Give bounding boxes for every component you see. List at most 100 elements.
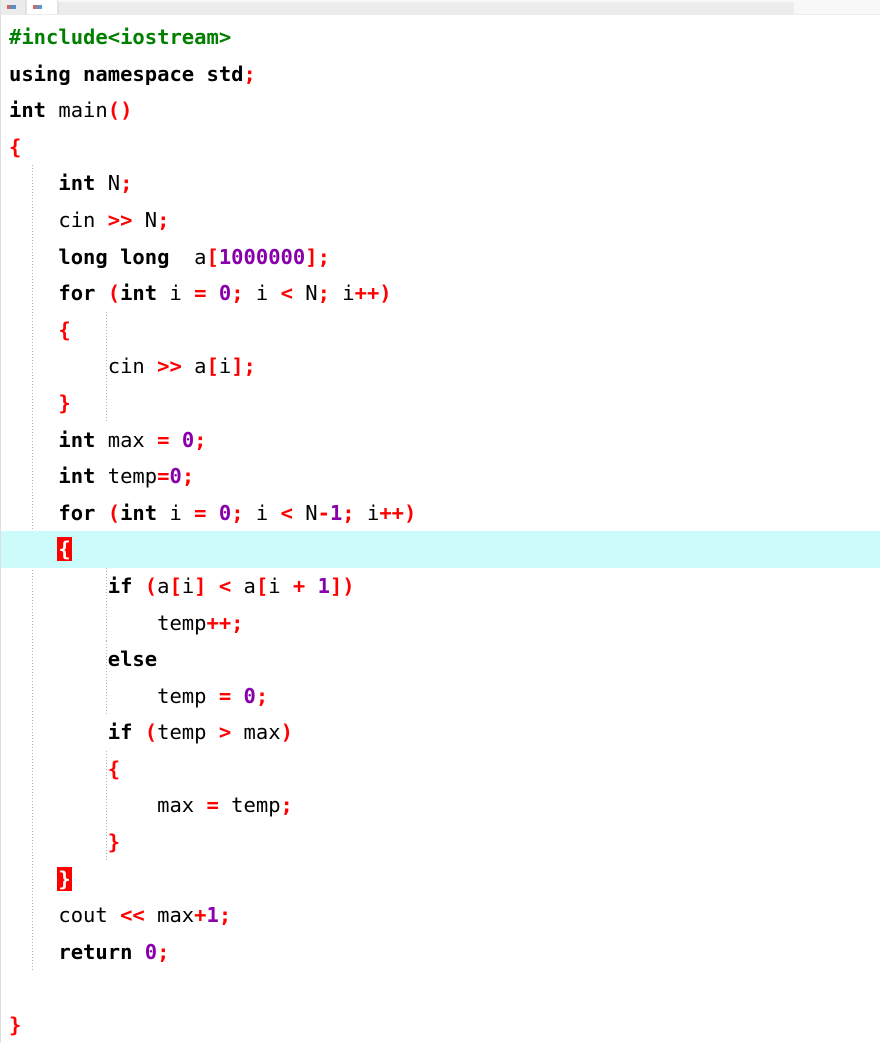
code-token: 1 [317,573,330,598]
code-token: ++ [206,610,232,635]
code-token: long long [58,244,170,269]
code-line[interactable]: if (a[i] < a[i + 1]) [1,568,880,605]
code-line[interactable]: } [1,824,880,861]
code-token: ( [144,573,158,598]
code-token: ] [194,573,207,598]
code-token: << [120,903,145,928]
code-token: for [58,281,108,306]
code-token: ; [218,903,232,928]
code-token: ]) [329,573,355,598]
code-line[interactable]: int main() [1,92,880,129]
code-token: N [107,171,121,196]
code-token: + [194,903,207,928]
code-token: ( [107,500,121,525]
code-line[interactable] [1,970,880,1007]
code-line[interactable]: for (int i = 0; i < N-1; i++) [1,495,880,532]
code-token: { [57,537,72,562]
editor-tab-1[interactable] [26,0,58,14]
code-line[interactable]: { [1,312,880,349]
code-token: ; [194,427,207,452]
code-token: - [317,500,330,525]
code-token: max [157,793,207,818]
code-token: ; [255,683,269,708]
code-line[interactable]: max = temp; [1,787,880,824]
code-line[interactable]: { [1,751,880,788]
code-line[interactable]: int N; [1,165,880,202]
code-token: N [292,500,318,525]
code-line[interactable]: } [1,1007,880,1043]
code-token: () [107,98,133,123]
file-icon [33,5,42,9]
code-line[interactable]: return 0; [1,934,880,971]
code-line[interactable]: int max = 0; [1,422,880,459]
code-token: ; [231,500,244,525]
code-line[interactable]: temp++; [1,605,880,642]
code-line[interactable]: } [1,385,880,422]
code-line[interactable]: int temp=0; [1,458,880,495]
code-editor-window: #include<iostream> using namespace std; in… [0,0,880,1043]
code-token: [ [169,573,182,598]
code-token: temp [218,793,281,818]
code-line[interactable]: #include<iostream> [1,19,880,56]
code-token: 0 [243,683,256,708]
code-line[interactable]: } [1,861,880,898]
code-line[interactable]: long long a[1000000]; [1,239,880,276]
code-token: int [58,464,108,489]
code-token: } [9,1013,22,1038]
code-line[interactable]: for (int i = 0; i < N; i++) [1,275,880,312]
editor-surface[interactable]: #include<iostream> using namespace std; in… [0,14,880,1043]
code-line[interactable]: { [1,129,880,166]
code-line[interactable]: cout << max+1; [1,897,880,934]
code-token: ] [231,354,244,379]
code-token: ; [342,500,355,525]
code-token: ( [107,281,121,306]
code-token: 0 [169,464,182,489]
source-code[interactable]: #include<iostream> using namespace std; in… [1,15,880,1043]
code-token: i [329,281,355,306]
code-token: ; [317,281,330,306]
code-token: ; [231,610,244,635]
editor-tab-0[interactable] [0,0,26,14]
code-line[interactable]: using namespace std; [1,56,880,93]
code-token: using namespace std [9,61,244,86]
code-token: ; [157,939,170,964]
code-token: i [243,500,281,525]
code-token: if [107,720,145,745]
code-token: main [58,98,108,123]
code-line[interactable]: cin >> N; [1,202,880,239]
code-line[interactable]: temp = 0; [1,678,880,715]
code-token: ; [243,61,256,86]
code-token: int [9,98,59,123]
code-token: temp [157,610,207,635]
code-token: ( [144,720,158,745]
code-token: temp [157,683,219,708]
code-token: a [231,573,256,598]
code-line[interactable]: cin >> a[i]; [1,348,880,385]
code-token: N [132,207,158,232]
code-token: i [354,500,380,525]
code-line[interactable]: else [1,641,880,678]
code-token: max [107,427,158,452]
code-token: ; [231,281,244,306]
code-line[interactable]: { [1,531,880,568]
code-token: { [9,134,22,159]
code-token: cin [58,207,108,232]
code-token: int [58,427,108,452]
code-token: i [218,354,232,379]
code-line[interactable]: if (temp > max) [1,714,880,751]
code-token: temp [107,464,158,489]
